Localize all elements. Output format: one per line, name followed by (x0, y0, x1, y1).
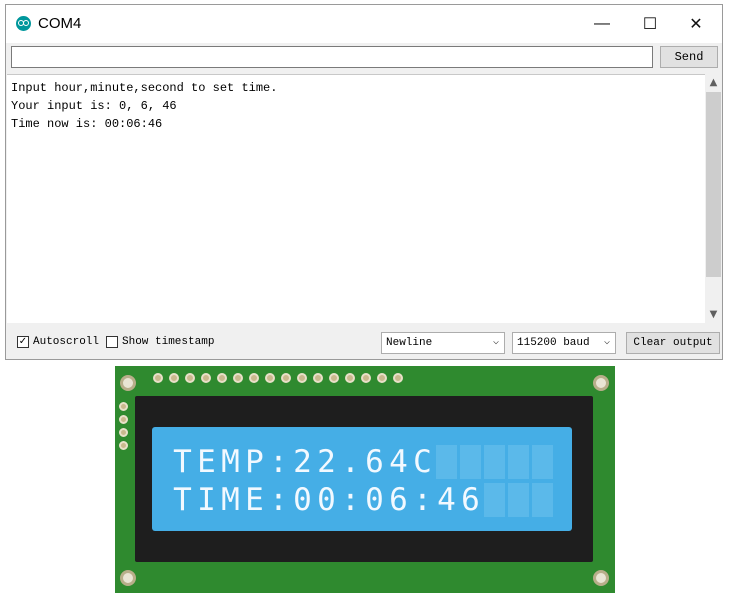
lcd-char-cell: 0 (365, 482, 384, 518)
lcd-char-cell: 4 (389, 444, 408, 480)
line-ending-value: Newline (386, 337, 433, 349)
title-bar: COM4 — ☐ ✕ (6, 5, 722, 43)
lcd-char-cell: 2 (293, 444, 312, 480)
clear-output-button[interactable]: Clear output (626, 332, 720, 354)
lcd-char-cell (436, 445, 457, 479)
line-ending-select[interactable]: Newline ⌵ (381, 332, 505, 354)
baud-select[interactable]: 115200 baud ⌵ (512, 332, 616, 354)
send-input[interactable] (11, 46, 653, 68)
mount-hole (120, 375, 136, 391)
lcd-char-cell: C (413, 444, 432, 480)
header-pin (169, 373, 179, 383)
output-line: Your input is: 0, 6, 46 (11, 99, 177, 113)
close-button[interactable]: ✕ (672, 5, 720, 43)
header-pin (201, 373, 211, 383)
lcd-char-cell: : (341, 482, 360, 518)
side-pin (119, 415, 128, 424)
autoscroll-checkbox[interactable]: ✓ (17, 336, 29, 348)
lcd-char-cell: E (197, 444, 216, 480)
lcd-line-2: TIME:00:06:46 (172, 483, 553, 517)
minimize-button[interactable]: — (578, 5, 626, 43)
lcd-char-cell (484, 445, 505, 479)
scroll-down-icon[interactable]: ▼ (705, 306, 722, 323)
chevron-down-icon: ⌵ (492, 337, 499, 348)
bottom-bar: ✓ Autoscroll Show timestamp Newline ⌵ 11… (6, 327, 722, 359)
header-pin (377, 373, 387, 383)
header-pin (185, 373, 195, 383)
mount-hole (593, 570, 609, 586)
lcd-line-1: TEMP:22.64C (172, 445, 553, 479)
mount-hole (593, 375, 609, 391)
lcd-char-cell (460, 445, 481, 479)
header-pin (233, 373, 243, 383)
lcd-char-cell: P (245, 444, 264, 480)
lcd-module: TEMP:22.64C TIME:00:06:46 (115, 366, 615, 593)
lcd-char-cell (532, 445, 553, 479)
header-pin (313, 373, 323, 383)
header-pin (361, 373, 371, 383)
chevron-down-icon: ⌵ (603, 337, 610, 348)
header-pin (217, 373, 227, 383)
lcd-char-cell (508, 445, 529, 479)
side-pin (119, 428, 128, 437)
lcd-char-cell: 2 (317, 444, 336, 480)
scroll-up-icon[interactable]: ▲ (705, 74, 722, 91)
serial-output: Input hour,minute,second to set time. Yo… (7, 74, 705, 323)
lcd-char-cell: 6 (365, 444, 384, 480)
lcd-char-cell: 0 (317, 482, 336, 518)
header-pin (265, 373, 275, 383)
baud-value: 115200 baud (517, 337, 590, 349)
lcd-char-cell (484, 483, 505, 517)
scroll-thumb[interactable] (706, 92, 721, 277)
lcd-char-cell (532, 483, 553, 517)
vertical-scrollbar[interactable]: ▲ ▼ (705, 74, 722, 323)
autoscroll-label: Autoscroll (33, 336, 100, 348)
header-pin (329, 373, 339, 383)
output-line: Input hour,minute,second to set time. (11, 81, 278, 95)
window-title: COM4 (38, 15, 82, 32)
serial-monitor-window: COM4 — ☐ ✕ Send Input hour,minute,second… (5, 4, 723, 360)
lcd-char-cell: T (173, 482, 192, 518)
lcd-screen: TEMP:22.64C TIME:00:06:46 (152, 427, 572, 531)
header-pin (393, 373, 403, 383)
arduino-icon (16, 16, 31, 31)
lcd-char-cell: M (221, 482, 240, 518)
header-pin (297, 373, 307, 383)
lcd-char-cell: 6 (389, 482, 408, 518)
header-pin (153, 373, 163, 383)
lcd-char-cell: 4 (437, 482, 456, 518)
send-button[interactable]: Send (660, 46, 718, 68)
mount-hole (120, 570, 136, 586)
lcd-char-cell: : (413, 482, 432, 518)
side-pin (119, 441, 128, 450)
lcd-char-cell: M (221, 444, 240, 480)
lcd-char-cell: T (173, 444, 192, 480)
maximize-button[interactable]: ☐ (626, 5, 674, 43)
timestamp-checkbox[interactable] (106, 336, 118, 348)
side-pin (119, 402, 128, 411)
lcd-char-cell: 6 (461, 482, 480, 518)
lcd-char-cell: : (269, 444, 288, 480)
lcd-char-cell: . (341, 444, 360, 480)
lcd-char-cell: : (269, 482, 288, 518)
lcd-char-cell: I (197, 482, 216, 518)
lcd-char-cell (508, 483, 529, 517)
header-pin (345, 373, 355, 383)
lcd-char-cell: 0 (293, 482, 312, 518)
header-pin (249, 373, 259, 383)
output-line: Time now is: 00:06:46 (11, 117, 163, 131)
timestamp-label: Show timestamp (122, 336, 215, 348)
lcd-char-cell: E (245, 482, 264, 518)
header-pin (281, 373, 291, 383)
